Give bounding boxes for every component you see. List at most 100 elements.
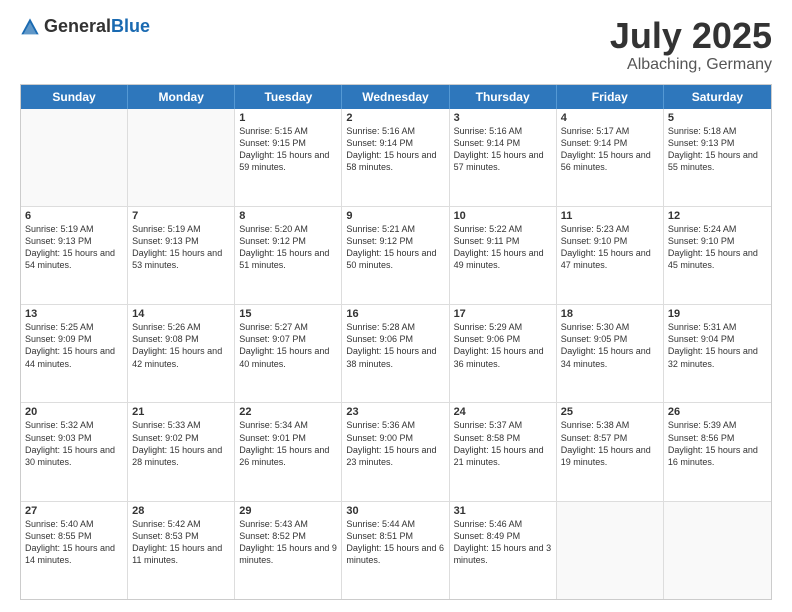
day-cell-11: 11 Sunrise: 5:23 AM Sunset: 9:10 PM Dayl… <box>557 207 664 304</box>
day-cell-22: 22 Sunrise: 5:34 AM Sunset: 9:01 PM Dayl… <box>235 403 342 500</box>
day-cell-3: 3 Sunrise: 5:16 AM Sunset: 9:14 PM Dayli… <box>450 109 557 206</box>
day-cell-18: 18 Sunrise: 5:30 AM Sunset: 9:05 PM Dayl… <box>557 305 664 402</box>
daylight-text: Daylight: 15 hours and 16 minutes. <box>668 444 767 468</box>
header-sunday: Sunday <box>21 85 128 109</box>
day-cell-6: 6 Sunrise: 5:19 AM Sunset: 9:13 PM Dayli… <box>21 207 128 304</box>
daylight-text: Daylight: 15 hours and 11 minutes. <box>132 542 230 566</box>
week-row-4: 20 Sunrise: 5:32 AM Sunset: 9:03 PM Dayl… <box>21 403 771 501</box>
sunset-text: Sunset: 9:10 PM <box>668 235 767 247</box>
day-cell-24: 24 Sunrise: 5:37 AM Sunset: 8:58 PM Dayl… <box>450 403 557 500</box>
day-cell-16: 16 Sunrise: 5:28 AM Sunset: 9:06 PM Dayl… <box>342 305 449 402</box>
sunset-text: Sunset: 8:49 PM <box>454 530 552 542</box>
sunset-text: Sunset: 9:12 PM <box>239 235 337 247</box>
day-number: 22 <box>239 406 337 418</box>
sunrise-text: Sunrise: 5:23 AM <box>561 223 659 235</box>
day-number: 27 <box>25 505 123 517</box>
sunrise-text: Sunrise: 5:28 AM <box>346 321 444 333</box>
sunrise-text: Sunrise: 5:38 AM <box>561 419 659 431</box>
header-wednesday: Wednesday <box>342 85 449 109</box>
sunset-text: Sunset: 9:01 PM <box>239 432 337 444</box>
location-title: Albaching, Germany <box>610 56 772 74</box>
sunset-text: Sunset: 8:57 PM <box>561 432 659 444</box>
sunset-text: Sunset: 9:11 PM <box>454 235 552 247</box>
day-cell-9: 9 Sunrise: 5:21 AM Sunset: 9:12 PM Dayli… <box>342 207 449 304</box>
sunrise-text: Sunrise: 5:21 AM <box>346 223 444 235</box>
sunrise-text: Sunrise: 5:32 AM <box>25 419 123 431</box>
daylight-text: Daylight: 15 hours and 28 minutes. <box>132 444 230 468</box>
sunset-text: Sunset: 9:08 PM <box>132 333 230 345</box>
day-number: 1 <box>239 112 337 124</box>
sunrise-text: Sunrise: 5:36 AM <box>346 419 444 431</box>
sunrise-text: Sunrise: 5:19 AM <box>25 223 123 235</box>
day-number: 11 <box>561 210 659 222</box>
daylight-text: Daylight: 15 hours and 49 minutes. <box>454 247 552 271</box>
daylight-text: Daylight: 15 hours and 59 minutes. <box>239 149 337 173</box>
day-number: 29 <box>239 505 337 517</box>
daylight-text: Daylight: 15 hours and 40 minutes. <box>239 345 337 369</box>
day-cell-7: 7 Sunrise: 5:19 AM Sunset: 9:13 PM Dayli… <box>128 207 235 304</box>
daylight-text: Daylight: 15 hours and 34 minutes. <box>561 345 659 369</box>
day-number: 7 <box>132 210 230 222</box>
daylight-text: Daylight: 15 hours and 51 minutes. <box>239 247 337 271</box>
month-title: July 2025 <box>610 16 772 56</box>
daylight-text: Daylight: 15 hours and 57 minutes. <box>454 149 552 173</box>
sunset-text: Sunset: 8:56 PM <box>668 432 767 444</box>
day-number: 16 <box>346 308 444 320</box>
page: GeneralBlue July 2025 Albaching, Germany… <box>0 0 792 612</box>
sunrise-text: Sunrise: 5:19 AM <box>132 223 230 235</box>
day-cell-13: 13 Sunrise: 5:25 AM Sunset: 9:09 PM Dayl… <box>21 305 128 402</box>
day-number: 6 <box>25 210 123 222</box>
sunrise-text: Sunrise: 5:42 AM <box>132 518 230 530</box>
day-number: 10 <box>454 210 552 222</box>
day-cell-31: 31 Sunrise: 5:46 AM Sunset: 8:49 PM Dayl… <box>450 502 557 599</box>
day-number: 5 <box>668 112 767 124</box>
daylight-text: Daylight: 15 hours and 3 minutes. <box>454 542 552 566</box>
day-cell-empty <box>21 109 128 206</box>
daylight-text: Daylight: 15 hours and 19 minutes. <box>561 444 659 468</box>
day-cell-19: 19 Sunrise: 5:31 AM Sunset: 9:04 PM Dayl… <box>664 305 771 402</box>
daylight-text: Daylight: 15 hours and 42 minutes. <box>132 345 230 369</box>
day-cell-empty <box>128 109 235 206</box>
sunset-text: Sunset: 9:10 PM <box>561 235 659 247</box>
header-tuesday: Tuesday <box>235 85 342 109</box>
daylight-text: Daylight: 15 hours and 58 minutes. <box>346 149 444 173</box>
sunrise-text: Sunrise: 5:37 AM <box>454 419 552 431</box>
day-cell-26: 26 Sunrise: 5:39 AM Sunset: 8:56 PM Dayl… <box>664 403 771 500</box>
day-cell-27: 27 Sunrise: 5:40 AM Sunset: 8:55 PM Dayl… <box>21 502 128 599</box>
day-number: 23 <box>346 406 444 418</box>
daylight-text: Daylight: 15 hours and 23 minutes. <box>346 444 444 468</box>
sunrise-text: Sunrise: 5:30 AM <box>561 321 659 333</box>
sunrise-text: Sunrise: 5:39 AM <box>668 419 767 431</box>
day-cell-20: 20 Sunrise: 5:32 AM Sunset: 9:03 PM Dayl… <box>21 403 128 500</box>
daylight-text: Daylight: 15 hours and 26 minutes. <box>239 444 337 468</box>
daylight-text: Daylight: 15 hours and 45 minutes. <box>668 247 767 271</box>
header-thursday: Thursday <box>450 85 557 109</box>
day-number: 15 <box>239 308 337 320</box>
day-cell-12: 12 Sunrise: 5:24 AM Sunset: 9:10 PM Dayl… <box>664 207 771 304</box>
week-row-3: 13 Sunrise: 5:25 AM Sunset: 9:09 PM Dayl… <box>21 305 771 403</box>
day-number: 20 <box>25 406 123 418</box>
sunrise-text: Sunrise: 5:20 AM <box>239 223 337 235</box>
day-number: 21 <box>132 406 230 418</box>
sunset-text: Sunset: 9:13 PM <box>25 235 123 247</box>
daylight-text: Daylight: 15 hours and 50 minutes. <box>346 247 444 271</box>
day-number: 28 <box>132 505 230 517</box>
day-cell-4: 4 Sunrise: 5:17 AM Sunset: 9:14 PM Dayli… <box>557 109 664 206</box>
sunset-text: Sunset: 8:53 PM <box>132 530 230 542</box>
logo-blue: Blue <box>111 16 150 36</box>
day-cell-29: 29 Sunrise: 5:43 AM Sunset: 8:52 PM Dayl… <box>235 502 342 599</box>
day-number: 4 <box>561 112 659 124</box>
daylight-text: Daylight: 15 hours and 44 minutes. <box>25 345 123 369</box>
sunset-text: Sunset: 8:51 PM <box>346 530 444 542</box>
sunrise-text: Sunrise: 5:40 AM <box>25 518 123 530</box>
sunrise-text: Sunrise: 5:46 AM <box>454 518 552 530</box>
sunrise-text: Sunrise: 5:34 AM <box>239 419 337 431</box>
day-cell-28: 28 Sunrise: 5:42 AM Sunset: 8:53 PM Dayl… <box>128 502 235 599</box>
sunrise-text: Sunrise: 5:27 AM <box>239 321 337 333</box>
sunset-text: Sunset: 9:12 PM <box>346 235 444 247</box>
daylight-text: Daylight: 15 hours and 21 minutes. <box>454 444 552 468</box>
sunrise-text: Sunrise: 5:44 AM <box>346 518 444 530</box>
day-number: 24 <box>454 406 552 418</box>
logo-icon <box>20 17 40 37</box>
sunset-text: Sunset: 9:04 PM <box>668 333 767 345</box>
